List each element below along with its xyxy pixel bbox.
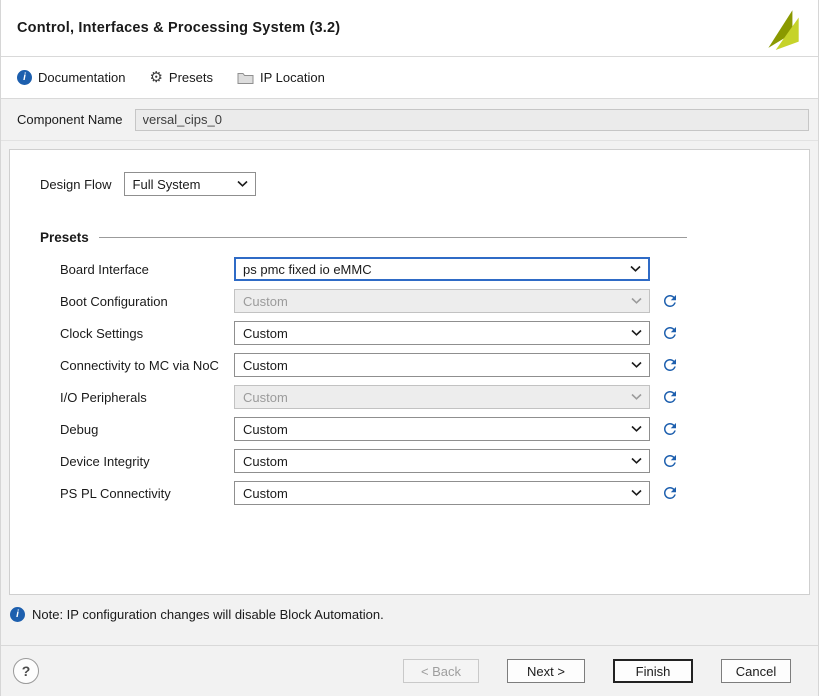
page-title: Control, Interfaces & Processing System … [17,20,340,36]
refresh-icon [661,324,679,342]
chevron-down-icon [631,330,642,337]
refresh-icon [661,420,679,438]
refresh-button[interactable] [660,451,680,471]
boot-configuration-dropdown: Custom [234,289,650,313]
connectivity-noc-dropdown[interactable]: Custom [234,353,650,377]
ps-pl-connectivity-dropdown[interactable]: Custom [234,481,650,505]
io-peripherals-label: I/O Peripherals [60,390,234,405]
dialog-header: Control, Interfaces & Processing System … [1,0,818,57]
refresh-button[interactable] [660,323,680,343]
chevron-down-icon [631,362,642,369]
cancel-button[interactable]: Cancel [721,659,791,683]
io-peripherals-dropdown: Custom [234,385,650,409]
board-interface-dropdown[interactable]: ps pmc fixed io eMMC [234,257,650,281]
info-icon: i [17,70,32,85]
chevron-down-icon [631,458,642,465]
refresh-button[interactable] [660,355,680,375]
component-name-row: Component Name [1,99,818,141]
design-flow-label: Design Flow [40,177,112,192]
debug-dropdown[interactable]: Custom [234,417,650,441]
debug-label: Debug [60,422,234,437]
note-text: Note: IP configuration changes will disa… [32,607,384,622]
ps-pl-connectivity-label: PS PL Connectivity [60,486,234,501]
chevron-down-icon [631,394,642,401]
xilinx-logo [762,5,804,51]
documentation-label: Documentation [38,70,125,85]
chevron-down-icon [631,298,642,305]
clock-settings-dropdown[interactable]: Custom [234,321,650,345]
section-divider [99,237,687,238]
connectivity-noc-label: Connectivity to MC via NoC [60,358,234,373]
button-group: < Back Next > Finish Cancel [403,659,791,683]
documentation-button[interactable]: i Documentation [17,70,125,85]
toolbar: i Documentation ⚙ Presets IP Location [1,57,818,99]
refresh-icon [661,388,679,406]
ip-location-label: IP Location [260,70,325,85]
chevron-down-icon [237,181,248,188]
chevron-down-icon [630,266,641,273]
refresh-icon [661,452,679,470]
refresh-button[interactable] [660,483,680,503]
main-area: Design Flow Full System Presets Board In… [1,141,818,595]
preset-row: PS PL Connectivity Custom [60,477,809,509]
presets-section-header: Presets [40,230,687,245]
refresh-button[interactable] [660,387,680,407]
preset-row: Debug Custom [60,413,809,445]
ip-location-button[interactable]: IP Location [237,70,325,85]
config-panel: Design Flow Full System Presets Board In… [9,149,810,595]
refresh-icon [661,484,679,502]
refresh-button[interactable] [660,291,680,311]
boot-configuration-label: Boot Configuration [60,294,234,309]
component-name-input[interactable] [135,109,810,131]
refresh-icon [661,356,679,374]
presets-menu-button[interactable]: ⚙ Presets [149,70,213,85]
folder-icon [237,71,254,84]
finish-button[interactable]: Finish [613,659,693,683]
presets-section-title: Presets [40,230,89,245]
device-integrity-label: Device Integrity [60,454,234,469]
presets-menu-label: Presets [169,70,213,85]
board-interface-label: Board Interface [60,262,234,277]
component-name-label: Component Name [17,112,123,127]
dialog-footer: ? < Back Next > Finish Cancel [1,645,818,696]
preset-row: Board Interface ps pmc fixed io eMMC [60,253,809,285]
next-button[interactable]: Next > [507,659,585,683]
refresh-spacer [650,259,680,279]
ip-customization-dialog: Control, Interfaces & Processing System … [0,0,819,696]
note-row: i Note: IP configuration changes will di… [1,595,818,634]
gear-icon: ⚙ [149,70,162,85]
chevron-down-icon [631,426,642,433]
preset-row: Connectivity to MC via NoC Custom [60,349,809,381]
design-flow-dropdown[interactable]: Full System [124,172,256,196]
refresh-icon [661,292,679,310]
back-button[interactable]: < Back [403,659,479,683]
preset-row: Clock Settings Custom [60,317,809,349]
help-button[interactable]: ? [13,658,39,684]
chevron-down-icon [631,490,642,497]
preset-row: Boot Configuration Custom [60,285,809,317]
info-icon: i [10,607,25,622]
clock-settings-label: Clock Settings [60,326,234,341]
refresh-button[interactable] [660,419,680,439]
preset-row: I/O Peripherals Custom [60,381,809,413]
preset-row: Device Integrity Custom [60,445,809,477]
device-integrity-dropdown[interactable]: Custom [234,449,650,473]
design-flow-row: Design Flow Full System [40,172,809,196]
